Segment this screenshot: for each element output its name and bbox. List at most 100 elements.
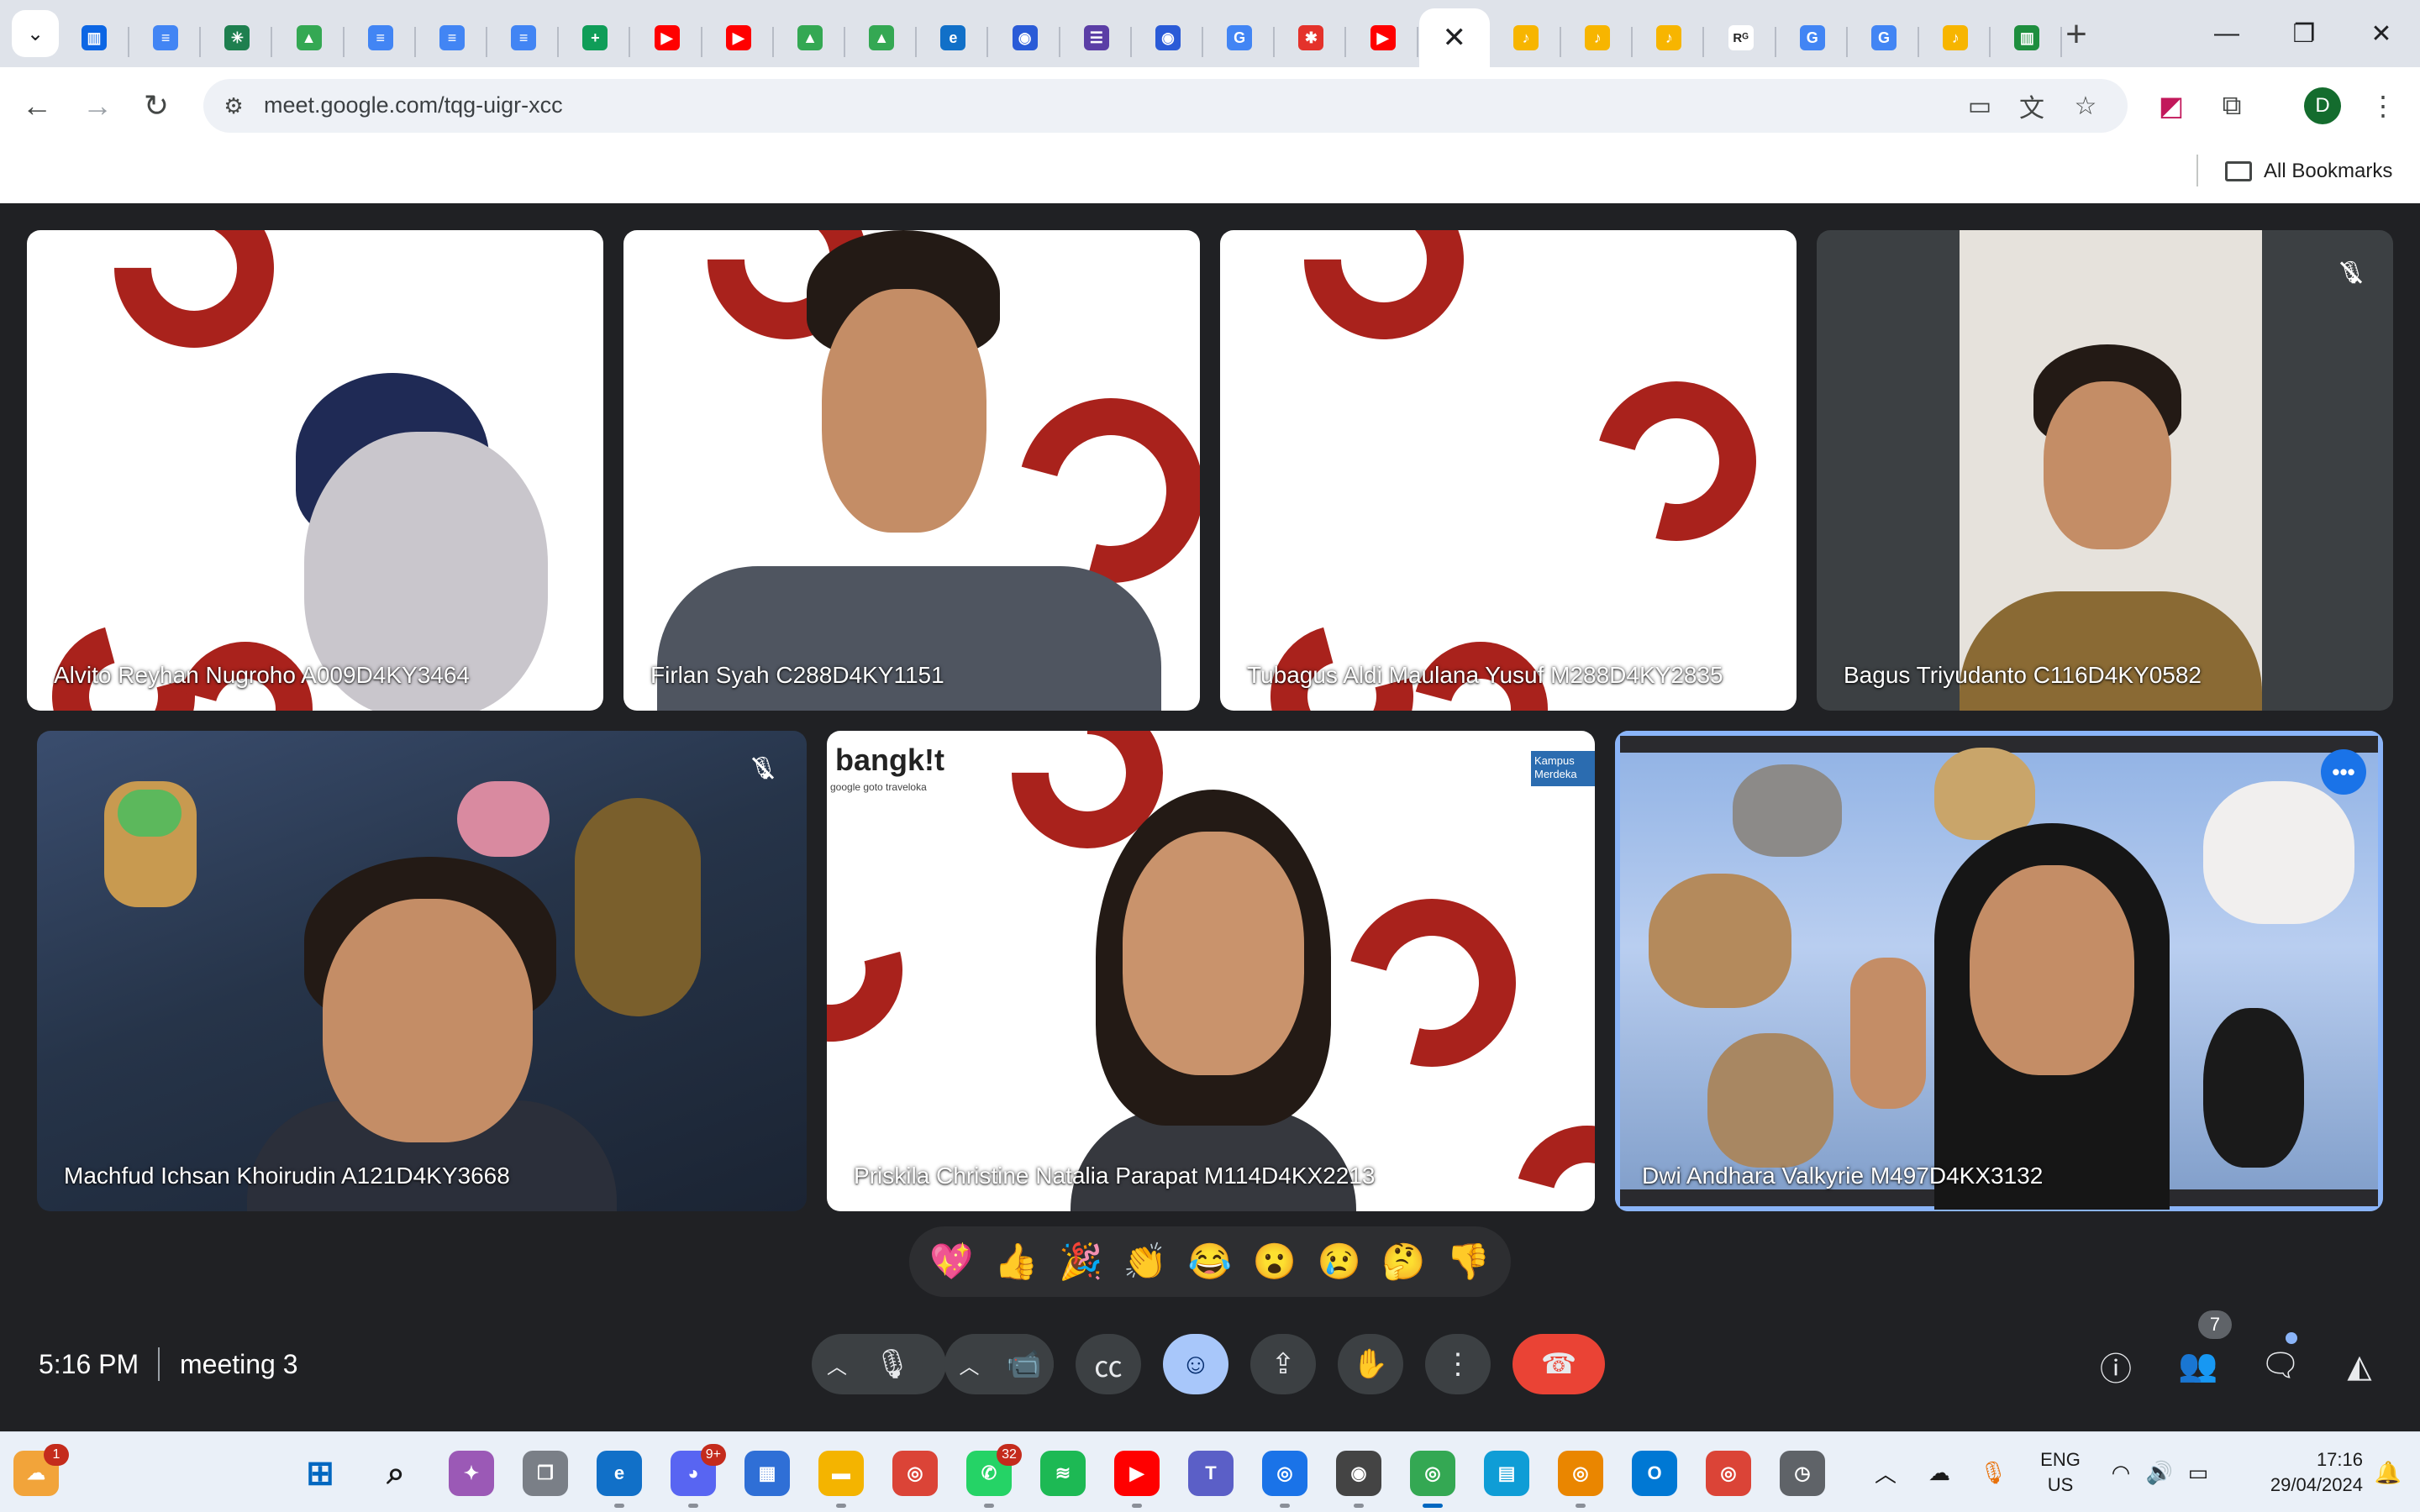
site-info-icon[interactable]: ⚙ [217, 89, 250, 123]
meeting-details-icon[interactable]: ⓘ [2092, 1342, 2139, 1389]
browser-tab[interactable]: ✱ [1276, 8, 1347, 67]
browser-tab[interactable]: Rᴳ [1706, 8, 1776, 67]
browser-tab[interactable]: ≡ [345, 8, 416, 67]
start-windows-icon[interactable]: ⊞ [297, 1451, 343, 1496]
participant-tile[interactable]: Firlan Syah C288D4KY1151 [623, 230, 1200, 711]
people-icon[interactable]: 👥 [2175, 1342, 2222, 1389]
search-icon[interactable]: ⌕ [373, 1451, 418, 1496]
laugh-reaction[interactable]: 😂 [1181, 1242, 1239, 1283]
browser-tab[interactable]: + [560, 8, 631, 67]
system-clock[interactable]: 17:16 29/04/2024 [2237, 1447, 2363, 1498]
input-language[interactable]: ENG US [2035, 1447, 2086, 1498]
participant-tile[interactable]: bangk!t google goto traveloka Kampus Mer… [827, 731, 1595, 1211]
all-bookmarks-button[interactable]: All Bookmarks [2225, 155, 2392, 188]
browser-tab[interactable]: ▲ [846, 8, 918, 67]
camera-icon[interactable]: 📹 [994, 1334, 1054, 1394]
file-explorer-icon[interactable]: ▬ [818, 1451, 864, 1508]
youtube-app-icon[interactable]: ▶ [1114, 1451, 1160, 1508]
weather-widget-icon[interactable]: ☁ 1 [13, 1444, 69, 1496]
camera-in-use-icon[interactable]: ▭ [1963, 89, 1996, 123]
browser-tab[interactable]: ♪ [1634, 8, 1705, 67]
browser-tab[interactable]: e [918, 8, 989, 67]
thumbs-up-reaction[interactable]: 👍 [986, 1242, 1045, 1283]
onedrive-offline-icon[interactable]: ☁ [1924, 1457, 1954, 1488]
participant-tile[interactable]: 🎙 Bagus Triyudanto C116D4KY0582 [1817, 230, 2393, 711]
party-reaction[interactable]: 🎉 [1051, 1242, 1110, 1283]
browser-tab[interactable]: G [1777, 8, 1848, 67]
chrome-profile-icon[interactable]: ◎ [1262, 1451, 1307, 1508]
participant-tile-active-speaker[interactable]: ••• Dwi Andhara Valkyrie M497D4KX3132 [1615, 731, 2383, 1211]
microphone-in-use-icon[interactable]: 🎙 [1978, 1457, 2008, 1488]
camera-app-icon[interactable]: ◉ [1336, 1451, 1381, 1508]
extension-app-icon[interactable]: ◩ [2151, 86, 2191, 126]
teams-icon[interactable]: T [1188, 1451, 1234, 1496]
browser-menu-icon[interactable]: ⋮ [2363, 86, 2403, 126]
browser-tab[interactable]: ♪ [1562, 8, 1634, 67]
browser-tab[interactable]: ▶ [632, 8, 702, 67]
whatsapp-icon[interactable]: ✆ 32 [966, 1444, 1022, 1508]
battery-icon[interactable]: ▭ [2183, 1457, 2213, 1488]
more-options-button[interactable]: ⋮ [1425, 1334, 1491, 1394]
participant-tile[interactable]: 🎙 Machfud Ichsan Khoirudin A121D4KY3668 [37, 731, 807, 1211]
audio-settings-chevron-icon[interactable]: ︿ [812, 1334, 862, 1394]
clap-reaction[interactable]: 👏 [1116, 1242, 1175, 1283]
reload-button[interactable]: ↻ [134, 84, 178, 128]
browser-tab[interactable]: ✕ [1418, 8, 1490, 67]
leave-call-button[interactable]: ☎ [1512, 1334, 1605, 1394]
microsoft-store-icon[interactable]: ▦ [744, 1451, 790, 1496]
chrome-active-profile-icon[interactable]: ◎ [1410, 1451, 1455, 1508]
copilot-icon[interactable]: ✦ [449, 1451, 494, 1496]
show-hidden-icons-icon[interactable]: ︿ [1870, 1457, 1901, 1488]
chrome-icon[interactable]: ◎ [892, 1451, 938, 1496]
browser-tab[interactable]: ▲ [775, 8, 845, 67]
browser-tab[interactable]: ▲ [274, 8, 345, 67]
edge-icon[interactable]: e [597, 1451, 642, 1508]
discord-icon[interactable]: ◕ 9+ [671, 1444, 726, 1508]
clock-app-icon[interactable]: ◷ [1780, 1451, 1825, 1496]
minimize-button[interactable]: — [2202, 10, 2252, 57]
extensions-puzzle-icon[interactable]: ⧉ [2212, 86, 2252, 126]
spotify-icon[interactable]: ≋ [1040, 1451, 1086, 1496]
address-bar[interactable]: ⚙ meet.google.com/tqg-uigr-xcc ▭ 文 ☆ [203, 79, 2128, 133]
chrome-work-icon[interactable]: ◎ [1558, 1451, 1603, 1508]
browser-tab[interactable]: G [1849, 8, 1919, 67]
browser-tab[interactable]: ▥ [1991, 8, 2063, 67]
close-window-button[interactable]: ✕ [2356, 10, 2407, 57]
chat-icon[interactable]: 🗨 [2257, 1342, 2304, 1389]
forward-button[interactable]: → [76, 84, 119, 128]
task-view-icon[interactable]: ❐ [523, 1451, 568, 1496]
more-options-icon[interactable]: ••• [2321, 749, 2366, 795]
microphone-icon[interactable]: 🎙 [862, 1334, 923, 1394]
browser-tab[interactable]: ▥ [59, 8, 129, 67]
browser-tab[interactable]: ≡ [488, 8, 560, 67]
raise-hand-button[interactable]: ✋ [1338, 1334, 1403, 1394]
back-button[interactable]: ← [15, 84, 59, 128]
tab-search-button[interactable]: ⌄ [12, 10, 59, 57]
browser-tab[interactable]: ▶ [1348, 8, 1418, 67]
heart-reaction[interactable]: 💖 [922, 1242, 981, 1283]
browser-tab[interactable]: ♪ [1491, 8, 1561, 67]
browser-tab[interactable]: ♪ [1920, 8, 1991, 67]
browser-tab[interactable]: ◉ [990, 8, 1060, 67]
chrome-secondary-icon[interactable]: ◎ [1706, 1451, 1751, 1496]
restore-button[interactable]: ❐ [2279, 10, 2329, 57]
browser-tab[interactable]: ☰ [1061, 8, 1132, 67]
participant-tile[interactable]: Alvito Reyhan Nugroho A009D4KY3464 [27, 230, 603, 711]
bookmark-star-icon[interactable]: ☆ [2069, 89, 2102, 123]
thumbs-down-reaction[interactable]: 👎 [1439, 1242, 1497, 1283]
video-settings-chevron-icon[interactable]: ︿ [944, 1334, 994, 1394]
url-text[interactable]: meet.google.com/tqg-uigr-xcc [264, 92, 563, 118]
browser-tab[interactable]: ≡ [417, 8, 487, 67]
browser-tab[interactable]: ◉ [1133, 8, 1203, 67]
surprised-reaction[interactable]: 😮 [1245, 1242, 1304, 1283]
translate-icon[interactable]: 文 [2015, 89, 2049, 123]
participant-tile[interactable]: Tubagus Aldi Maulana Yusuf M288D4KY2835 [1220, 230, 1797, 711]
volume-icon[interactable]: 🔊 [2144, 1457, 2175, 1488]
sad-reaction[interactable]: 😢 [1310, 1242, 1369, 1283]
profile-avatar[interactable]: D [2304, 87, 2341, 124]
notepad-icon[interactable]: ▤ [1484, 1451, 1529, 1496]
captions-button[interactable]: ㏄ [1076, 1334, 1141, 1394]
browser-tab[interactable]: ✳ [202, 8, 273, 67]
activities-icon[interactable]: ◭ [2336, 1342, 2383, 1389]
notifications-icon[interactable]: 🔔 [2373, 1457, 2403, 1488]
